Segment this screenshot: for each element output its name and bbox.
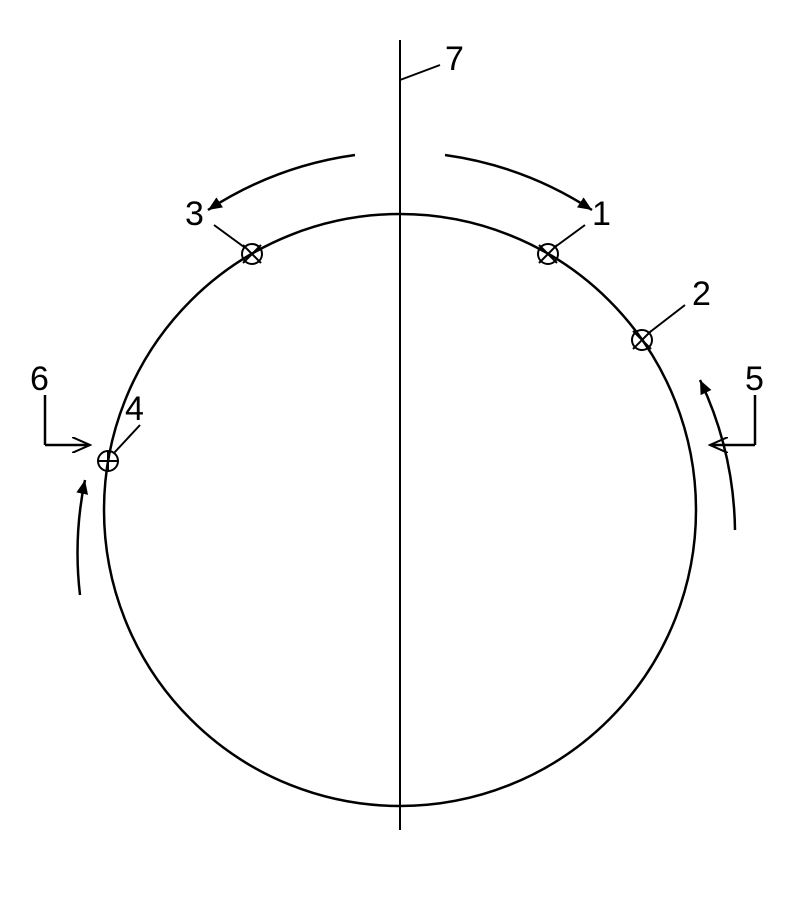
arc-top-left — [208, 155, 355, 210]
arc-right-mid — [700, 380, 735, 530]
point-3 — [242, 244, 262, 264]
label-4: 4 — [125, 390, 144, 428]
leader-3 — [214, 225, 244, 247]
arc-top-right — [445, 155, 592, 210]
label-5: 5 — [745, 360, 764, 398]
leader-4 — [114, 425, 140, 453]
label-3: 3 — [185, 195, 204, 233]
leader-2 — [650, 305, 685, 332]
leader-1 — [555, 225, 585, 247]
label-7: 7 — [445, 40, 464, 78]
label-2: 2 — [692, 275, 711, 313]
leader-7 — [400, 65, 440, 80]
label-6: 6 — [30, 360, 49, 398]
diagram-svg: 1 2 3 4 5 6 7 — [0, 0, 800, 900]
arc-left-mid — [78, 480, 85, 595]
point-2 — [632, 330, 652, 350]
label-1: 1 — [592, 195, 611, 233]
point-4 — [98, 451, 118, 471]
side-arrow-6 — [45, 395, 90, 445]
